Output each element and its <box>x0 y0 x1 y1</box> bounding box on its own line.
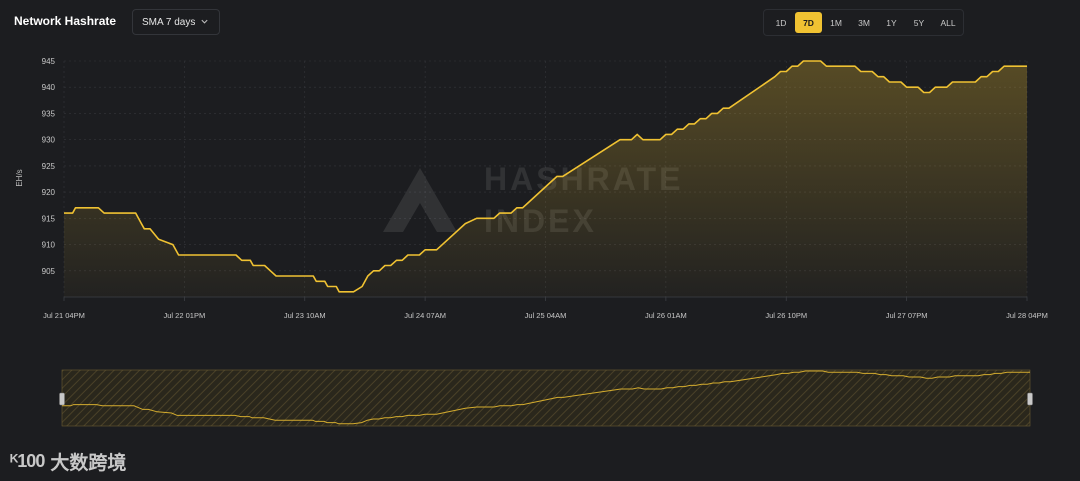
hashrate-index-logo-icon <box>383 168 457 232</box>
brand-watermark: ᴷ100 大数跨境 <box>10 448 126 475</box>
y-tick-label: 930 <box>42 136 56 145</box>
y-axis-label: EH/s <box>15 169 24 186</box>
hashrate-chart: HASHRATE INDEX 9059109159209259309359409… <box>15 57 1048 427</box>
x-tick-label: Jul 26 10PM <box>765 311 807 320</box>
y-tick-label: 935 <box>42 109 56 118</box>
brand-logo: ᴷ100 <box>10 451 45 471</box>
x-tick-label: Jul 25 04AM <box>525 311 567 320</box>
x-tick-label: Jul 26 01AM <box>645 311 687 320</box>
navigator-right-handle[interactable] <box>1027 392 1033 406</box>
y-tick-label: 945 <box>42 57 56 66</box>
range-navigator[interactable] <box>59 369 1033 427</box>
y-tick-label: 940 <box>42 83 56 92</box>
y-tick-label: 910 <box>42 241 56 250</box>
y-tick-label: 905 <box>42 267 56 276</box>
x-tick-label: Jul 23 10AM <box>284 311 326 320</box>
y-tick-label: 925 <box>42 162 56 171</box>
navigator-left-handle[interactable] <box>59 392 65 406</box>
x-tick-label: Jul 22 01PM <box>164 311 206 320</box>
y-tick-label: 915 <box>42 214 56 223</box>
brand-text: 大数跨境 <box>50 453 127 474</box>
y-tick-label: 920 <box>42 188 56 197</box>
x-tick-label: Jul 27 07PM <box>886 311 928 320</box>
x-tick-label: Jul 28 04PM <box>1006 311 1048 320</box>
x-tick-label: Jul 21 04PM <box>43 311 85 320</box>
navigator-selection[interactable] <box>61 369 1031 427</box>
x-tick-label: Jul 24 07AM <box>404 311 446 320</box>
